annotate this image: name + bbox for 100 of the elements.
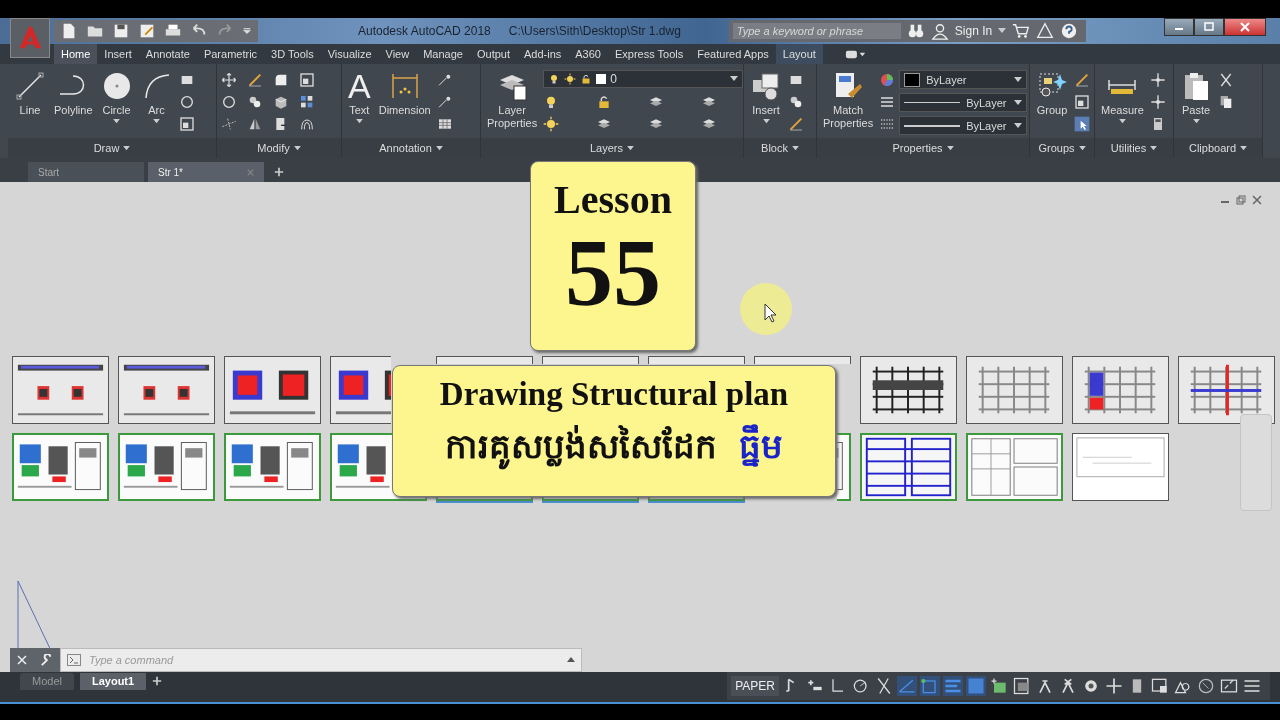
selection-icon[interactable] <box>989 676 1009 696</box>
copy-pages-icon[interactable] <box>1218 94 1234 110</box>
crosshair-icon[interactable] <box>1149 72 1166 88</box>
ribbon-tool-button[interactable]: Measure <box>1099 70 1146 138</box>
rotate-icon[interactable] <box>178 94 195 110</box>
caret-icon[interactable] <box>567 657 575 663</box>
select-icon[interactable] <box>1074 116 1090 132</box>
caret-icon[interactable] <box>998 28 1007 34</box>
layer-dropdown[interactable]: 0 <box>543 70 744 88</box>
color-wheel-icon[interactable] <box>879 72 896 88</box>
layout-thumbnail[interactable] <box>860 356 957 424</box>
move-icon[interactable] <box>221 72 237 88</box>
plus-icon[interactable] <box>1104 676 1124 696</box>
cart-icon[interactable] <box>1012 22 1031 40</box>
layout-thumbnail[interactable] <box>12 356 109 424</box>
layout-thumbnail[interactable] <box>1072 433 1169 501</box>
file-tab[interactable]: Start <box>28 162 144 182</box>
trim-icon[interactable] <box>221 116 237 132</box>
ribbon-tab[interactable]: Output <box>469 44 517 64</box>
ribbon-tool-button[interactable]: Dimension <box>376 70 433 138</box>
lineweight-icon[interactable] <box>943 676 963 696</box>
binoculars-icon[interactable] <box>906 22 925 40</box>
leader-icon[interactable] <box>436 72 453 88</box>
minimize-ribbon-icon[interactable] <box>844 48 867 60</box>
restore-icon[interactable] <box>1236 195 1246 205</box>
ribbon-tab[interactable]: View <box>378 44 417 64</box>
ribbon-tool-button[interactable]: Group <box>1034 70 1070 138</box>
rotate-icon[interactable] <box>221 94 237 110</box>
ribbon-tab[interactable]: Parametric <box>196 44 265 64</box>
layout-tab[interactable]: Layout1 <box>79 672 147 690</box>
table-icon[interactable] <box>436 116 453 132</box>
ribbon-tab[interactable]: 3D Tools <box>264 44 321 64</box>
new-tab-icon[interactable] <box>274 167 284 177</box>
panel-title[interactable]: Block <box>744 138 816 158</box>
dashed-lines-icon[interactable] <box>879 116 896 132</box>
close-button[interactable] <box>1224 18 1266 36</box>
dynamic-ucs-icon[interactable] <box>920 676 940 696</box>
ribbon-tab[interactable]: Insert <box>97 44 139 64</box>
help-icon[interactable] <box>1060 22 1079 40</box>
layout-thumbnail[interactable] <box>330 356 391 424</box>
layout-thumbnail[interactable] <box>1072 356 1169 424</box>
ribbon-tab[interactable]: Annotate <box>138 44 197 64</box>
minimize-button[interactable] <box>1164 18 1194 36</box>
file-tab[interactable]: Str 1* <box>148 162 264 182</box>
ribbon-tab[interactable]: Visualize <box>320 44 379 64</box>
ribbon-tab[interactable]: Manage <box>416 44 470 64</box>
panel-title[interactable]: Utilities <box>1095 138 1173 158</box>
layout-thumbnail[interactable] <box>837 433 851 501</box>
ribbon-tool-button[interactable]: Insert <box>748 70 784 138</box>
sun-icon[interactable] <box>543 116 560 132</box>
save-icon[interactable] <box>112 22 130 40</box>
layout-thumbnail[interactable] <box>1178 356 1275 424</box>
scissors-icon[interactable] <box>1218 72 1234 88</box>
crosshair-icon[interactable] <box>1149 94 1166 110</box>
sign-in-link[interactable]: Sign In <box>954 24 993 38</box>
ribbon-tool-button[interactable]: Match Properties <box>821 70 876 138</box>
brush-icon[interactable] <box>247 72 263 88</box>
layout-thumbnail[interactable] <box>860 433 957 501</box>
lineweight-dropdown[interactable]: ByLayer <box>899 116 1028 135</box>
brush-icon[interactable] <box>1074 72 1090 88</box>
panel-title[interactable]: Properties <box>817 138 1029 158</box>
close-icon[interactable] <box>1252 195 1262 205</box>
ribbon-tab[interactable]: A360 <box>568 44 608 64</box>
layout-thumbnail[interactable] <box>118 433 215 501</box>
user-icon[interactable] <box>930 22 949 40</box>
ribbon-tool-button[interactable]: Paste <box>1178 70 1214 138</box>
panel-title[interactable]: Layers <box>481 138 743 158</box>
scale-icon[interactable] <box>1074 94 1090 110</box>
search-field[interactable]: Type a keyword or phrase <box>732 23 901 39</box>
panel-title[interactable]: Modify <box>217 138 341 158</box>
fillet-icon[interactable] <box>273 72 289 88</box>
add-layout-icon[interactable] <box>152 676 163 686</box>
offset-icon[interactable] <box>299 116 315 132</box>
panel-title[interactable]: Annotation <box>342 138 480 158</box>
wrench-icon[interactable] <box>40 653 54 667</box>
scale-icon[interactable] <box>299 72 315 88</box>
copy-icon[interactable] <box>788 94 804 110</box>
layout-thumbnail[interactable] <box>118 356 215 424</box>
layout-thumbnail[interactable] <box>12 433 109 501</box>
ribbon-tool-button[interactable]: A Text <box>346 70 373 138</box>
ribbon-tab[interactable]: Add-ins <box>517 44 569 64</box>
panel-title[interactable]: Groups <box>1030 138 1094 158</box>
ribbon-tool-button[interactable]: Arc <box>138 70 175 138</box>
paper-space-button[interactable]: PAPER <box>731 676 779 696</box>
layout-thumbnail[interactable] <box>966 433 1063 501</box>
stretch-icon[interactable] <box>273 116 289 132</box>
linetype-dropdown[interactable]: ByLayer <box>899 93 1028 112</box>
customize-menu-icon[interactable] <box>242 26 252 36</box>
ribbon-tab[interactable]: Layout <box>775 44 823 64</box>
panel-title[interactable]: Draw <box>8 138 216 158</box>
command-input[interactable]: Type a command <box>87 653 561 667</box>
layout-thumbnail[interactable] <box>966 356 1063 424</box>
color-dropdown[interactable]: ByLayer <box>899 70 1028 89</box>
lines-icon[interactable] <box>879 94 896 110</box>
save-as-icon[interactable] <box>138 22 156 40</box>
cube-icon[interactable] <box>273 94 289 110</box>
triangle-icon[interactable] <box>1036 22 1055 40</box>
maximize-button[interactable] <box>1194 18 1224 36</box>
panel-title[interactable]: Clipboard <box>1174 138 1262 158</box>
copy-icon[interactable] <box>247 94 263 110</box>
